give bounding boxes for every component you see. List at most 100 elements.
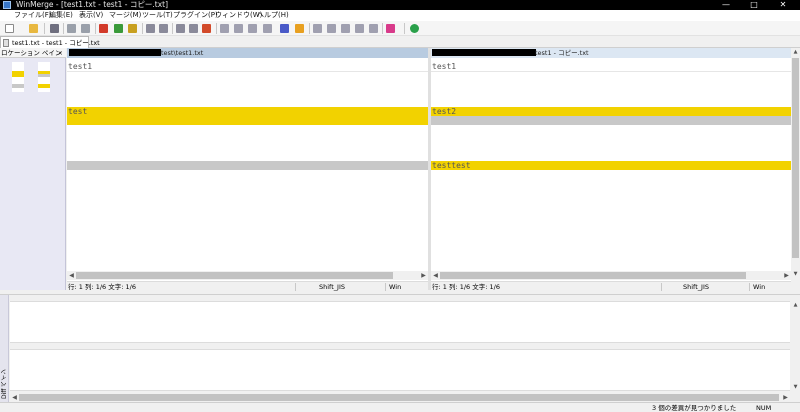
scroll-right-arrow-icon[interactable]: ▶ — [782, 271, 791, 280]
status-bar: 3 個の差異が見つかりました NUM — [0, 402, 800, 412]
left-line-1[interactable]: test1 — [67, 62, 428, 71]
merge-all-icon[interactable] — [114, 24, 123, 33]
location-diff-marker — [12, 71, 24, 77]
menu-tools[interactable]: ツール(T) — [142, 10, 173, 21]
location-pane-header: ロケーション ペイン × — [0, 48, 66, 58]
right-horizontal-scrollbar[interactable]: ◀ ▶ — [431, 271, 791, 280]
diff-pane: Diff ペイン ◀ ▶ ▲ ▼ — [0, 294, 800, 403]
scroll-thumb[interactable] — [792, 58, 799, 258]
diff-pane-sidebar: Diff ペイン — [0, 295, 9, 403]
tab-strip: test1.txt - test1 - コピー.txt — [0, 36, 800, 48]
left-horizontal-scrollbar[interactable]: ◀ ▶ — [67, 271, 428, 280]
right-encoding: Shift_JIS — [683, 283, 709, 291]
diff-pane-left-view[interactable] — [10, 301, 790, 343]
left-path-header: test\test1.txt — [67, 48, 428, 58]
all-left-icon[interactable] — [280, 24, 289, 33]
redacted-path — [69, 49, 161, 56]
toggle-icon-2[interactable] — [327, 24, 336, 33]
menu-view[interactable]: 表示(V) — [79, 10, 103, 21]
close-window-button[interactable]: ✕ — [771, 0, 795, 10]
copy-right-icon[interactable] — [202, 24, 211, 33]
right-status-row: 行: 1 列: 1/6 文字: 1/6 Shift_JIS Win — [431, 281, 791, 291]
left-line-missing[interactable] — [67, 161, 428, 170]
copy-left-icon[interactable] — [220, 24, 229, 33]
compare-icon[interactable] — [295, 24, 304, 33]
new-icon[interactable] — [5, 24, 14, 33]
location-pane-close-icon[interactable]: × — [58, 48, 63, 58]
menu-merge[interactable]: マージ(M) — [109, 10, 141, 21]
left-file-pane: test\test1.txt test1 test ◀ ▶ 行: 1 列: 1/… — [67, 48, 428, 291]
right-cursor-position: 行: 1 列: 1/6 文字: 1/6 — [432, 283, 500, 291]
copy-right-advance-icon[interactable] — [234, 24, 243, 33]
location-pane-title: ロケーション ペイン — [1, 49, 62, 57]
main-vertical-scrollbar[interactable]: ▲ ▼ — [791, 48, 800, 280]
window-title: WinMerge - [test1.txt - test1 - コピー.txt] — [16, 0, 169, 9]
scroll-left-arrow-icon[interactable]: ◀ — [431, 271, 440, 280]
redacted-path — [432, 49, 536, 56]
left-status-row: 行: 1 列: 1/6 文字: 1/6 Shift_JIS Win — [67, 281, 428, 291]
right-file-pane: test1 - コピー.txt test1 test2 testtest ◀ ▶… — [431, 48, 791, 291]
scroll-up-arrow-icon[interactable]: ▲ — [791, 48, 800, 56]
toggle-icon-3[interactable] — [341, 24, 350, 33]
prev-diff-icon[interactable] — [128, 24, 137, 33]
right-line-diff[interactable]: test2 — [431, 107, 791, 116]
next-diff-icon[interactable] — [146, 24, 155, 33]
scroll-right-arrow-icon[interactable]: ▶ — [419, 271, 428, 280]
scroll-down-arrow-icon[interactable]: ▼ — [791, 383, 800, 391]
copy-left-advance-icon[interactable] — [248, 24, 257, 33]
last-diff-icon[interactable] — [189, 24, 198, 33]
status-message: 3 個の差異が見つかりました — [652, 404, 737, 412]
scroll-up-arrow-icon[interactable]: ▲ — [791, 301, 800, 309]
winmerge-app-icon[interactable] — [3, 1, 11, 9]
menu-file[interactable]: ファイル(F) — [14, 10, 52, 21]
right-line-missing[interactable] — [431, 116, 791, 125]
menu-window[interactable]: ウィンドウ(W) — [215, 10, 262, 21]
location-map-left[interactable] — [12, 62, 24, 92]
toolbar — [0, 21, 800, 36]
location-missing-marker — [12, 84, 24, 88]
maximize-button[interactable]: □ — [742, 0, 766, 10]
left-line-diff[interactable]: test — [67, 107, 428, 125]
right-eol: Win — [753, 283, 766, 291]
status-mode: NUM — [756, 404, 772, 412]
right-line-1[interactable]: test1 — [431, 62, 791, 71]
tab-test1-compare[interactable]: test1.txt - test1 - コピー.txt — [0, 36, 100, 48]
toggle-icon-5[interactable] — [369, 24, 378, 33]
scroll-left-arrow-icon[interactable]: ◀ — [10, 393, 19, 402]
open-icon[interactable] — [29, 24, 38, 33]
toggle-icon-4[interactable] — [355, 24, 364, 33]
location-map-right[interactable] — [38, 62, 50, 92]
scroll-right-arrow-icon[interactable]: ▶ — [781, 393, 790, 402]
toggle-icon-1[interactable] — [313, 24, 322, 33]
diff-vertical-scrollbar[interactable]: ▲ ▼ — [791, 301, 800, 391]
diff-horizontal-scrollbar[interactable]: ◀ ▶ — [10, 393, 790, 402]
scroll-thumb[interactable] — [440, 272, 746, 279]
document-icon — [3, 39, 9, 47]
menu-bar: ファイル(F) 編集(E) 表示(V) マージ(M) ツール(T) プラグイン(… — [0, 10, 800, 21]
left-encoding: Shift_JIS — [319, 283, 345, 291]
merge-icon[interactable] — [99, 24, 108, 33]
right-line-added[interactable]: testtest — [431, 161, 791, 170]
scroll-thumb[interactable] — [76, 272, 393, 279]
diff-pane-right-view[interactable] — [10, 349, 790, 391]
right-path-header: test1 - コピー.txt — [431, 48, 791, 58]
location-missing-marker — [38, 74, 50, 77]
left-path-text: test\test1.txt — [161, 49, 204, 57]
menu-help[interactable]: ヘルプ(H) — [257, 10, 289, 21]
options-icon[interactable] — [386, 24, 395, 33]
scroll-left-arrow-icon[interactable]: ◀ — [67, 271, 76, 280]
first-diff-icon[interactable] — [159, 24, 168, 33]
current-diff-icon[interactable] — [176, 24, 185, 33]
refresh-icon[interactable] — [410, 24, 419, 33]
save-icon[interactable] — [50, 24, 59, 33]
all-right-icon[interactable] — [263, 24, 272, 33]
scroll-thumb[interactable] — [19, 394, 779, 401]
scroll-down-arrow-icon[interactable]: ▼ — [791, 270, 800, 278]
title-bar: WinMerge - [test1.txt - test1 - コピー.txt]… — [0, 0, 800, 10]
menu-plugins[interactable]: プラグイン(P) — [173, 10, 218, 21]
undo-icon[interactable] — [67, 24, 76, 33]
redo-icon[interactable] — [81, 24, 90, 33]
minimize-button[interactable]: — — [714, 0, 738, 10]
location-diff-marker — [38, 84, 50, 88]
menu-edit[interactable]: 編集(E) — [49, 10, 73, 21]
